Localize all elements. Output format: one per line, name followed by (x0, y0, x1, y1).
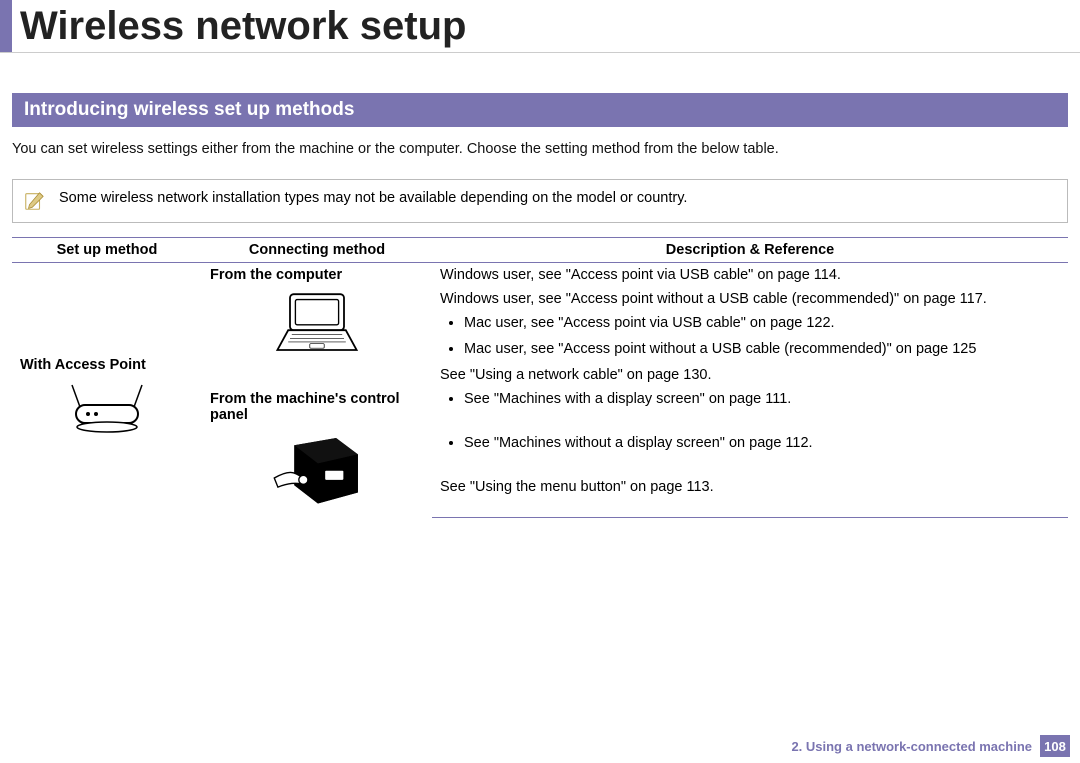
col-setup-header: Set up method (12, 238, 202, 263)
footer-page-number: 108 (1040, 735, 1070, 757)
col-conn-header: Connecting method (202, 238, 432, 263)
note-box: Some wireless network installation types… (12, 179, 1068, 223)
setup-method-label: With Access Point (20, 357, 194, 373)
footer-chapter: 2. Using a network-connected machine (791, 735, 1034, 757)
conn-from-panel-label: From the machine's control panel (210, 391, 424, 423)
laptop-icon (272, 287, 362, 359)
printer-panel-icon (267, 427, 367, 509)
section-heading: Introducing wireless set up methods (12, 93, 1068, 127)
conn-from-computer-label: From the computer (210, 267, 424, 283)
desc-win-nousb: Windows user, see "Access point without … (432, 287, 1068, 311)
desc-menu: See "Using the menu button" on page 113. (432, 475, 1068, 517)
page-title: Wireless network setup (12, 0, 466, 52)
desc-net-cable: See "Using a network cable" on page 130. (432, 363, 1068, 387)
desc-display: See "Machines with a display screen" on … (464, 391, 1060, 407)
title-accent-bar (0, 0, 12, 52)
methods-table: Set up method Connecting method Descript… (12, 237, 1068, 518)
router-icon (62, 377, 152, 437)
desc-mac-usb: Mac user, see "Access point via USB cabl… (464, 315, 1060, 331)
desc-nodisplay: See "Machines without a display screen" … (464, 435, 1060, 451)
note-icon (23, 190, 45, 212)
desc-mac-nousb: Mac user, see "Access point without a US… (464, 341, 1060, 357)
page-footer: 2. Using a network-connected machine 108 (791, 735, 1070, 757)
desc-win-usb: Windows user, see "Access point via USB … (432, 263, 1068, 288)
intro-paragraph: You can set wireless settings either fro… (12, 141, 1068, 157)
col-desc-header: Description & Reference (432, 238, 1068, 263)
note-text: Some wireless network installation types… (59, 190, 687, 206)
